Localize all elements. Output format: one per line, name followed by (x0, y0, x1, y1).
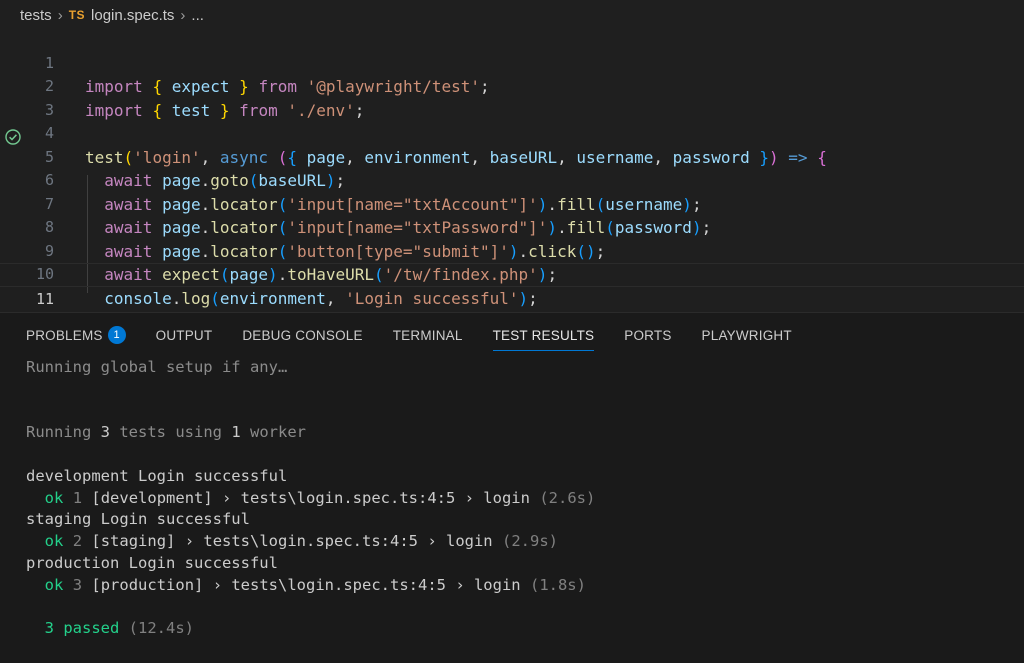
tab-problems[interactable]: PROBLEMS 1 (26, 313, 126, 357)
panel-tabs: PROBLEMS 1 OUTPUT DEBUG CONSOLE TERMINAL… (0, 313, 822, 357)
tab-output[interactable]: OUTPUT (156, 313, 213, 357)
code-line: 5 await page.goto(baseURL); (0, 122, 1024, 191)
problems-count-badge: 1 (107, 326, 126, 344)
chevron-right-icon: › (57, 6, 63, 24)
tab-label: PORTS (624, 327, 672, 343)
code-line: 1 import { expect } from '@playwright/te… (0, 28, 1024, 97)
test-summary: 3 passed (12.4s) (44, 619, 194, 637)
code-line: 4 test('login', async ({ page, environme… (0, 99, 1024, 167)
output-log-line: staging Login successful (26, 510, 250, 529)
tab-label: PLAYWRIGHT (701, 327, 792, 343)
test-result-line: ok 1 [development] › tests\login.spec.ts… (44, 488, 596, 507)
breadcrumb-file[interactable]: login.spec.ts (91, 7, 174, 24)
line-number: 11 (35, 289, 54, 308)
tab-label: PROBLEMS (26, 327, 103, 343)
output-line: Running global setup if any… (26, 358, 288, 376)
code-editor[interactable]: 1 import { expect } from '@playwright/te… (0, 28, 1024, 332)
typescript-file-icon: TS (68, 8, 86, 22)
code-line: 2 import { test } from './env'; (0, 52, 1024, 120)
tab-label: OUTPUT (155, 327, 213, 343)
code-line: 9 await expect(page).toHaveURL('/tw/find… (0, 216, 1024, 285)
code-line: 3 (0, 75, 1024, 119)
code-text: console.log(environment, 'Login successf… (104, 288, 538, 308)
tab-terminal[interactable]: TERMINAL (393, 313, 463, 357)
code-line: 10 console.log(environment, 'Login succe… (0, 240, 1024, 308)
output-line: Running 3 tests using 1 worker (26, 423, 306, 441)
output-log-line: development Login successful (26, 467, 288, 485)
test-result-line: ok 3 [production] › tests\login.spec.ts:… (44, 575, 586, 594)
breadcrumb-symbols[interactable]: ... (191, 7, 204, 24)
breadcrumb: tests › TS login.spec.ts › ... (0, 0, 1024, 30)
output-log-line: production Login successful (26, 553, 278, 572)
tab-ports[interactable]: PORTS (624, 313, 671, 357)
code-line: 7 await page.locator('input[name="txtPas… (0, 169, 1024, 238)
tab-playwright[interactable]: PLAYWRIGHT (702, 313, 792, 357)
bottom-panel: PROBLEMS 1 OUTPUT DEBUG CONSOLE TERMINAL… (0, 312, 1024, 663)
code-line: 6 await page.locator('input[name="txtAcc… (0, 146, 1024, 214)
tab-debug-console[interactable]: DEBUG CONSOLE (242, 313, 362, 357)
code-line-current: 11 }); (0, 263, 1024, 332)
tab-test-results[interactable]: TEST RESULTS (492, 313, 595, 357)
chevron-right-icon: › (180, 6, 186, 24)
tab-label: TERMINAL (392, 327, 463, 343)
test-result-line: ok 2 [staging] › tests\login.spec.ts:4:5… (44, 532, 558, 551)
tab-label: TEST RESULTS (492, 327, 595, 343)
breadcrumb-folder[interactable]: tests (20, 7, 52, 24)
code-line: 8 await page.locator('button[type="submi… (0, 193, 1024, 261)
tab-label: DEBUG CONSOLE (242, 327, 363, 343)
